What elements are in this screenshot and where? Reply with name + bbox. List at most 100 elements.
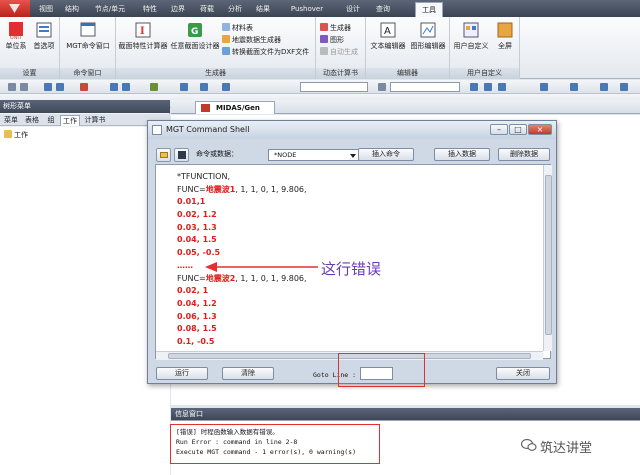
view-front-icon[interactable] xyxy=(470,83,478,91)
tree-menu-title: 树形菜单 xyxy=(0,100,170,113)
minimize-icon[interactable]: – xyxy=(490,124,508,135)
dialog-app-icon xyxy=(152,125,162,135)
section-property-calculator-button[interactable]: I 截面特性计算器 xyxy=(118,20,168,51)
graphic-editor-button[interactable]: 图形编辑器 xyxy=(408,20,448,51)
clear-button[interactable]: 清除 xyxy=(222,367,274,380)
grid-icon[interactable] xyxy=(570,83,578,91)
settings-icon[interactable] xyxy=(620,83,628,91)
tree-root-item[interactable]: 工作 xyxy=(4,130,28,140)
tab-tools[interactable]: 工具 xyxy=(415,2,443,17)
dxf-convert-label: 转换截面文件为DXF文件 xyxy=(232,48,310,56)
close-button[interactable]: 关闭 xyxy=(496,367,550,380)
user-customize-button[interactable]: 用户自定义 xyxy=(452,20,490,51)
app-logo-icon[interactable] xyxy=(0,0,30,17)
tab-node-element[interactable]: 节点/单元 xyxy=(88,2,132,17)
editor-line-text: …… xyxy=(177,260,193,270)
undo-icon[interactable] xyxy=(8,83,16,91)
tab-work[interactable]: 工作 xyxy=(60,115,80,126)
preferences-button[interactable]: 首选项 xyxy=(31,20,57,51)
editor-line-text: 0.06, 1.3 xyxy=(177,311,217,321)
report-graphic-item[interactable]: 图形 xyxy=(320,35,344,45)
editor-line-text: 0.02, 1 xyxy=(177,286,209,296)
pan-icon[interactable] xyxy=(200,83,208,91)
preferences-icon xyxy=(36,22,52,38)
save-file-icon[interactable] xyxy=(174,148,189,162)
graphic-editor-label: 图形编辑器 xyxy=(410,42,446,50)
arbitrary-section-designer-button[interactable]: G 任意截面设计器 xyxy=(170,20,220,51)
tab-menu[interactable]: 菜单 xyxy=(2,115,20,126)
tab-design[interactable]: 设计 xyxy=(340,2,366,17)
tab-report[interactable]: 计算书 xyxy=(82,115,108,126)
auto-generate-icon xyxy=(320,47,328,55)
vertical-scroll-thumb[interactable] xyxy=(545,175,552,335)
tab-tables[interactable]: 表格 xyxy=(23,115,41,126)
insert-command-button[interactable]: 插入命令 xyxy=(358,148,414,161)
element-select-icon[interactable] xyxy=(122,83,130,91)
tab-boundary[interactable]: 边界 xyxy=(166,2,190,17)
customize-icon xyxy=(463,22,479,38)
run-button[interactable]: 运行 xyxy=(156,367,208,380)
tab-group[interactable]: 组 xyxy=(44,115,58,126)
tab-query[interactable]: 查询 xyxy=(370,2,396,17)
rotate-icon[interactable] xyxy=(222,83,230,91)
node-select-icon[interactable] xyxy=(110,83,118,91)
document-tab[interactable]: MIDAS/Gen xyxy=(195,101,275,114)
editor-line-text: 0.05, -0.5 xyxy=(177,248,221,258)
toolbar-select-1[interactable] xyxy=(300,82,368,92)
tab-structure[interactable]: 结构 xyxy=(60,2,84,17)
zoom-icon[interactable] xyxy=(180,83,188,91)
text-editor-button[interactable]: A 文本编辑器 xyxy=(368,20,408,51)
tab-pushover[interactable]: Pushover xyxy=(282,2,332,17)
seismic-data-generator-item[interactable]: 地震数据生成器 xyxy=(222,35,281,45)
insert-data-button[interactable]: 插入数据 xyxy=(434,148,490,161)
wechat-icon xyxy=(521,438,537,451)
toolbar-select-2[interactable] xyxy=(390,82,460,92)
tab-results[interactable]: 结果 xyxy=(250,2,276,17)
tree-menu-tabs: 菜单 表格 组 工作 计算书 xyxy=(0,114,170,126)
editor-line-text: 0.08, 1.5 xyxy=(177,324,217,334)
dialog-title-bar[interactable]: MGT Command Shell – □ × xyxy=(148,121,556,139)
convert-section-dxf-item[interactable]: 转换截面文件为DXF文件 xyxy=(222,47,309,57)
fullscreen-button[interactable]: 全屏 xyxy=(492,20,518,51)
unselect-icon[interactable] xyxy=(80,83,88,91)
editor-line-params: , 1, 1, 0, 1, 9.806, xyxy=(235,184,307,194)
snap-icon[interactable] xyxy=(600,83,608,91)
maximize-icon[interactable]: □ xyxy=(509,124,527,135)
delete-data-button[interactable]: 删除数据 xyxy=(498,148,550,161)
tab-view[interactable]: 视图 xyxy=(34,2,58,17)
material-table-item[interactable]: 材料表 xyxy=(222,23,253,33)
unit-system-icon: UNIT xyxy=(9,22,23,40)
editor-line-params: , 1, 1, 0, 1, 9.806, xyxy=(235,273,307,283)
tab-load[interactable]: 荷载 xyxy=(194,2,220,17)
mgt-command-window-button[interactable]: MGT命令窗口 xyxy=(62,20,114,51)
section-calculator-label: 截面特性计算器 xyxy=(118,42,168,50)
command-select[interactable]: *NODE xyxy=(268,149,360,161)
unit-system-button[interactable]: UNIT 单位系 xyxy=(3,20,29,51)
text-editor-label: 文本编辑器 xyxy=(370,42,406,50)
editor-line-function-name: 地震波2 xyxy=(205,273,236,283)
select-icon[interactable] xyxy=(44,83,52,91)
report-generator-item[interactable]: 生成器 xyxy=(320,23,351,33)
view-side-icon[interactable] xyxy=(498,83,506,91)
redo-icon[interactable] xyxy=(20,83,28,91)
editor-line: 0.08, 1.5 xyxy=(177,323,307,336)
close-icon[interactable]: × xyxy=(528,124,552,135)
view-iso-icon[interactable] xyxy=(540,83,548,91)
editor-line-function-name: 地震波1 xyxy=(205,184,236,194)
editor-line-text: 0.04, 1.5 xyxy=(177,235,217,245)
open-file-icon[interactable] xyxy=(156,148,171,162)
filter-icon[interactable] xyxy=(378,83,386,91)
editor-line: 0.04, 1.5 xyxy=(177,234,307,247)
mgt-command-shell-dialog: MGT Command Shell – □ × 命令或数据： *NODE 插入命… xyxy=(147,120,557,384)
select-window-icon[interactable] xyxy=(56,83,64,91)
tree-view: 工作 xyxy=(0,127,170,475)
section-calculator-icon: I xyxy=(135,22,151,38)
tab-properties[interactable]: 特性 xyxy=(138,2,162,17)
vertical-scrollbar[interactable] xyxy=(543,165,552,351)
info-window-title: 信息窗口 xyxy=(171,408,640,420)
view-top-icon[interactable] xyxy=(484,83,492,91)
display-icon[interactable] xyxy=(150,83,158,91)
report-generator-label: 生成器 xyxy=(330,24,351,32)
ribbon-group-customize: 用户自定义 全屏 用户自定义 xyxy=(450,17,520,79)
tab-analysis[interactable]: 分析 xyxy=(222,2,248,17)
